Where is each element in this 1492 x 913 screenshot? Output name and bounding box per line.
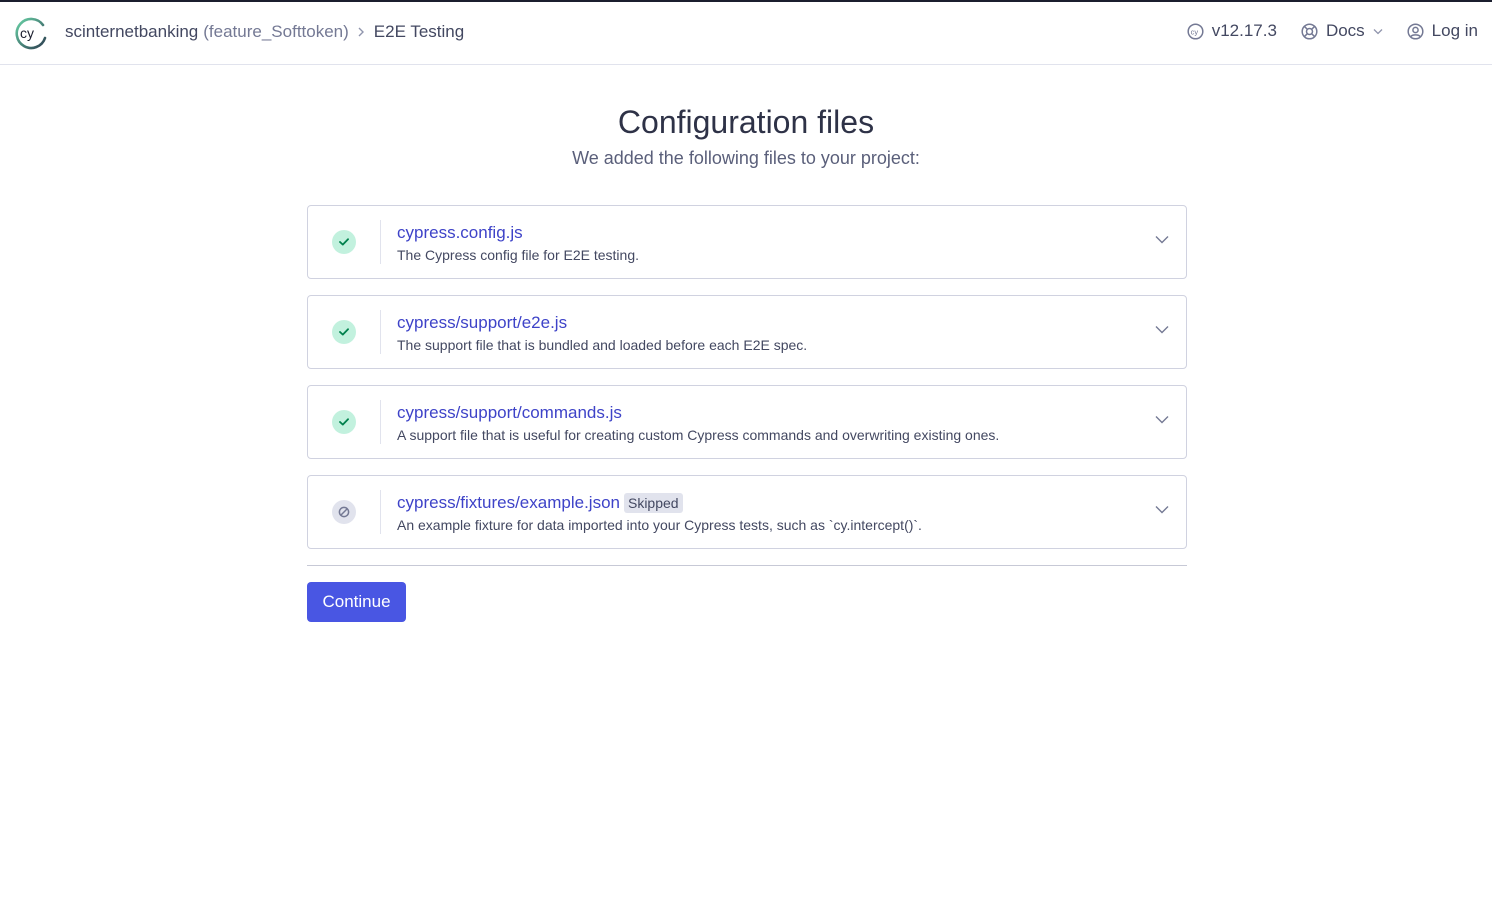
breadcrumb-project[interactable]: scinternetbanking: [65, 22, 198, 42]
skipped-badge: Skipped: [623, 493, 683, 513]
check-icon: [332, 320, 356, 344]
chevron-down-icon[interactable]: [1155, 235, 1169, 244]
page-title: Configuration files: [617, 104, 875, 140]
prohibited-icon: [332, 500, 356, 524]
file-item-cypress-config[interactable]: cypress.config.js The Cypress config fil…: [307, 205, 1187, 279]
divider: [380, 490, 381, 534]
svg-text:cy: cy: [1190, 27, 1198, 36]
check-icon: [332, 410, 356, 434]
file-name[interactable]: cypress/support/commands.js: [397, 403, 622, 423]
docs-label: Docs: [1325, 21, 1365, 40]
divider: [380, 310, 381, 354]
divider: [307, 565, 1187, 566]
file-name[interactable]: cypress/support/e2e.js: [397, 313, 567, 333]
login-label: Log in: [1431, 21, 1478, 40]
chevron-down-icon[interactable]: [1155, 325, 1169, 334]
version-label: v12.17.3: [1211, 21, 1277, 40]
docs-menu[interactable]: Docs: [1301, 21, 1383, 41]
file-name[interactable]: cypress/fixtures/example.json: [397, 493, 620, 513]
file-name[interactable]: cypress.config.js: [397, 223, 523, 243]
chevron-down-icon[interactable]: [1155, 415, 1169, 424]
file-list: cypress.config.js The Cypress config fil…: [307, 205, 1187, 565]
file-item-support-e2e[interactable]: cypress/support/e2e.js The support file …: [307, 295, 1187, 369]
file-description: An example fixture for data imported int…: [397, 517, 922, 533]
divider: [380, 220, 381, 264]
breadcrumb: scinternetbanking (feature_Softtoken) E2…: [65, 22, 464, 42]
file-item-support-commands[interactable]: cypress/support/commands.js A support fi…: [307, 385, 1187, 459]
file-description: A support file that is useful for creati…: [397, 427, 1000, 443]
cypress-logo-icon[interactable]: cy: [14, 16, 48, 50]
svg-text:cy: cy: [20, 25, 34, 41]
version-link[interactable]: cy v12.17.3: [1187, 21, 1277, 41]
breadcrumb-current: E2E Testing: [373, 22, 465, 41]
check-icon: [332, 230, 356, 254]
continue-button[interactable]: Continue: [307, 582, 406, 622]
header-actions: cy v12.17.3 Docs Log in: [1187, 21, 1478, 41]
chevron-down-icon: [1373, 28, 1383, 34]
breadcrumb-branch: (feature_Softtoken): [203, 22, 349, 41]
cypress-cy-icon: cy: [1187, 22, 1204, 40]
file-item-fixtures-example[interactable]: cypress/fixtures/example.json Skipped An…: [307, 475, 1187, 549]
user-circle-icon: [1407, 22, 1424, 40]
login-button[interactable]: Log in: [1407, 21, 1478, 41]
page-subtitle: We added the following files to your pro…: [572, 148, 920, 168]
lifebuoy-icon: [1301, 22, 1318, 40]
file-description: The Cypress config file for E2E testing.: [397, 247, 639, 263]
divider: [380, 400, 381, 444]
chevron-right-icon: [357, 26, 365, 38]
top-header: cy scinternetbanking (feature_Softtoken)…: [0, 2, 1492, 65]
chevron-down-icon[interactable]: [1155, 505, 1169, 514]
file-description: The support file that is bundled and loa…: [397, 337, 808, 353]
